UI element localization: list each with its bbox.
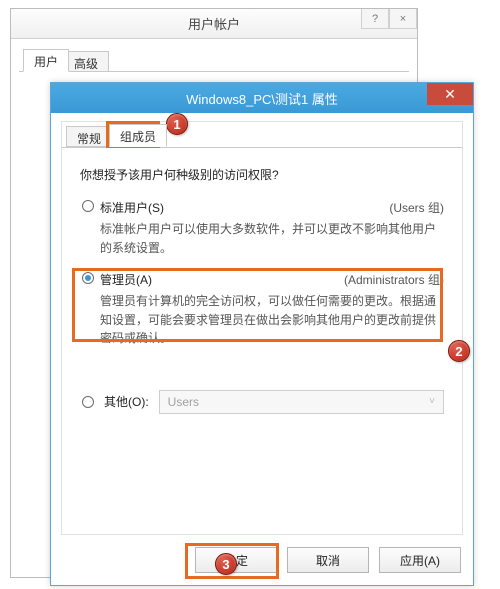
parent-tabstrip: 用户 高级 — [19, 47, 409, 72]
apply-button[interactable]: 应用(A) — [379, 547, 461, 573]
group-membership-panel: 你想授予该用户何种级别的访问权限? 标准用户(S) (Users 组) 标准帐户… — [80, 166, 444, 524]
parent-titlebar: 用户帐户 ? × — [11, 9, 417, 39]
standard-desc: 标准帐户用户可以使用大多数软件，并可以更改不影响其他用户的系统设置。 — [100, 220, 444, 257]
admin-desc: 管理员有计算机的完全访问权，可以做任何需要的更改。根据通知设置，可能会要求管理员… — [100, 292, 444, 348]
tab-general[interactable]: 常规 — [66, 126, 112, 147]
combo-value: Users — [168, 395, 199, 409]
parent-window-controls: ? × — [361, 9, 417, 29]
help-icon[interactable]: ? — [361, 9, 389, 29]
access-level-prompt: 你想授予该用户何种级别的访问权限? — [80, 166, 444, 183]
close-button[interactable]: ✕ — [427, 83, 473, 105]
close-icon[interactable]: × — [389, 9, 417, 29]
child-body: 常规 组成员 你想授予该用户何种级别的访问权限? 标准用户(S) (Users … — [61, 121, 463, 535]
child-tabstrip: 常规 组成员 — [62, 122, 462, 148]
tab-users[interactable]: 用户 — [23, 49, 69, 72]
option-standard-user[interactable]: 标准用户(S) (Users 组) 标准帐户用户可以使用大多数软件，并可以更改不… — [82, 199, 444, 257]
callout-2: 2 — [448, 340, 470, 362]
option-administrator[interactable]: 管理员(A) (Administrators 组) 管理员有计算机的完全访问权，… — [82, 271, 444, 348]
standard-label: 标准用户(S) — [100, 201, 164, 215]
standard-group: (Users 组) — [389, 199, 444, 216]
cancel-button[interactable]: 取消 — [287, 547, 369, 573]
radio-standard[interactable] — [82, 200, 94, 212]
tab-group-membership[interactable]: 组成员 — [109, 124, 167, 147]
child-title: Windows8_PC\测试1 属性 — [186, 89, 338, 108]
admin-group: (Administrators 组) — [344, 271, 444, 288]
close-icon: ✕ — [444, 86, 456, 103]
radio-other[interactable] — [82, 396, 94, 408]
child-titlebar: Windows8_PC\测试1 属性 ✕ — [51, 83, 473, 113]
chevron-down-icon: ˅ — [429, 396, 435, 407]
callout-3: 3 — [215, 553, 237, 575]
parent-title: 用户帐户 — [188, 14, 240, 33]
other-group-combo[interactable]: Users ˅ — [159, 390, 444, 414]
radio-admin[interactable] — [82, 272, 94, 284]
other-label: 其他(O): — [104, 393, 149, 410]
tab-advanced[interactable]: 高级 — [63, 51, 109, 72]
admin-label: 管理员(A) — [100, 273, 152, 287]
user-properties-window: Windows8_PC\测试1 属性 ✕ 常规 组成员 你想授予该用户何种级别的… — [50, 82, 474, 586]
callout-1: 1 — [166, 113, 188, 135]
option-other[interactable]: 其他(O): Users ˅ — [80, 390, 444, 414]
